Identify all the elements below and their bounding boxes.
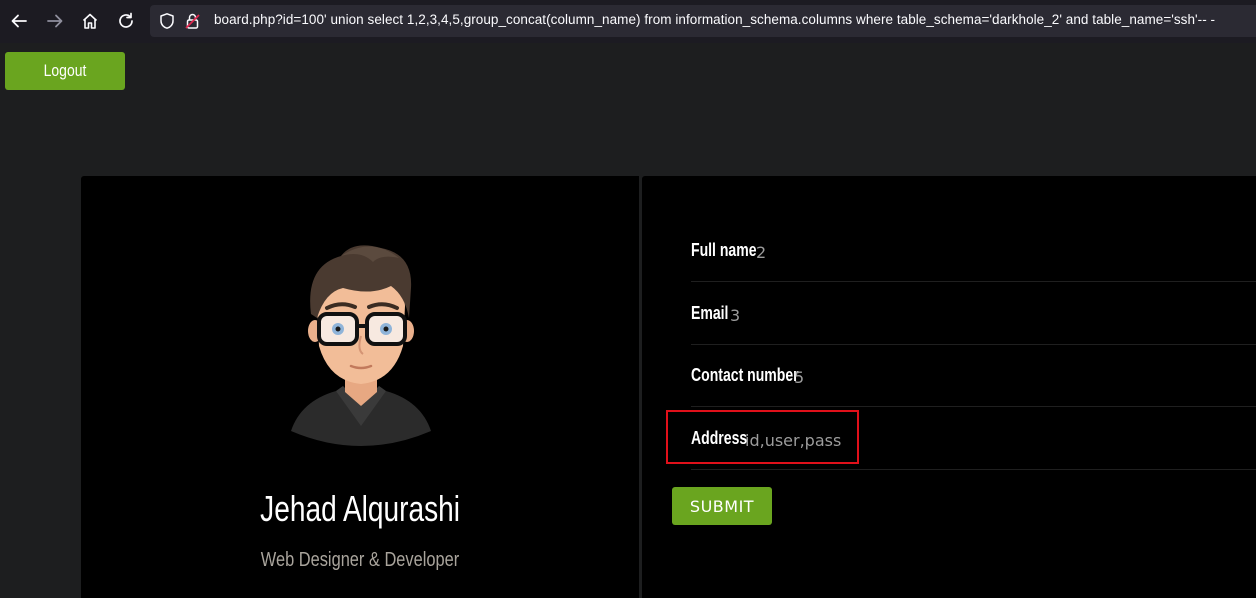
- back-button[interactable]: [4, 6, 34, 36]
- address-bar[interactable]: board.php?id=100' union select 1,2,3,4,5…: [150, 5, 1256, 37]
- dashboard-page: Logout Jehad Alqurashi Web Designer & De…: [0, 43, 1256, 598]
- field-value[interactable]: 2: [756, 243, 766, 262]
- avatar: [291, 245, 431, 446]
- profile-name-text: Jehad Alqurashi: [260, 488, 460, 529]
- field-value[interactable]: 3: [730, 306, 740, 325]
- back-arrow-icon: [11, 14, 27, 28]
- profile-card: Jehad Alqurashi Web Designer & Developer: [81, 176, 639, 598]
- logout-label: Logout: [43, 61, 87, 80]
- details-card: Full name 2 Email 3 Contact number 5 Add…: [642, 176, 1256, 598]
- reload-button[interactable]: [111, 6, 141, 36]
- field-email: Email 3: [691, 283, 1256, 345]
- field-contact-number: Contact number 5: [691, 345, 1256, 407]
- red-highlight-box: [666, 410, 859, 464]
- profile-name: Jehad Alqurashi: [81, 488, 639, 530]
- forward-button[interactable]: [40, 6, 70, 36]
- lock-warning-icon[interactable]: [184, 12, 202, 30]
- url-text[interactable]: board.php?id=100' union select 1,2,3,4,5…: [214, 12, 1215, 27]
- field-label: Full name: [691, 240, 757, 260]
- logout-button[interactable]: Logout: [5, 52, 125, 90]
- submit-button[interactable]: SUBMIT: [672, 487, 772, 525]
- forward-arrow-icon: [47, 14, 63, 28]
- browser-toolbar: board.php?id=100' union select 1,2,3,4,5…: [0, 0, 1256, 43]
- reload-icon: [119, 12, 133, 28]
- field-label: Contact number: [691, 365, 799, 385]
- home-icon: [82, 13, 98, 29]
- profile-role: Web Designer & Developer: [81, 549, 639, 572]
- profile-role-text: Web Designer & Developer: [260, 549, 460, 571]
- home-button[interactable]: [75, 6, 105, 36]
- shield-icon[interactable]: [158, 12, 176, 30]
- field-label: Email: [691, 303, 729, 323]
- field-full-name: Full name 2: [691, 220, 1256, 282]
- field-value[interactable]: 5: [794, 368, 804, 387]
